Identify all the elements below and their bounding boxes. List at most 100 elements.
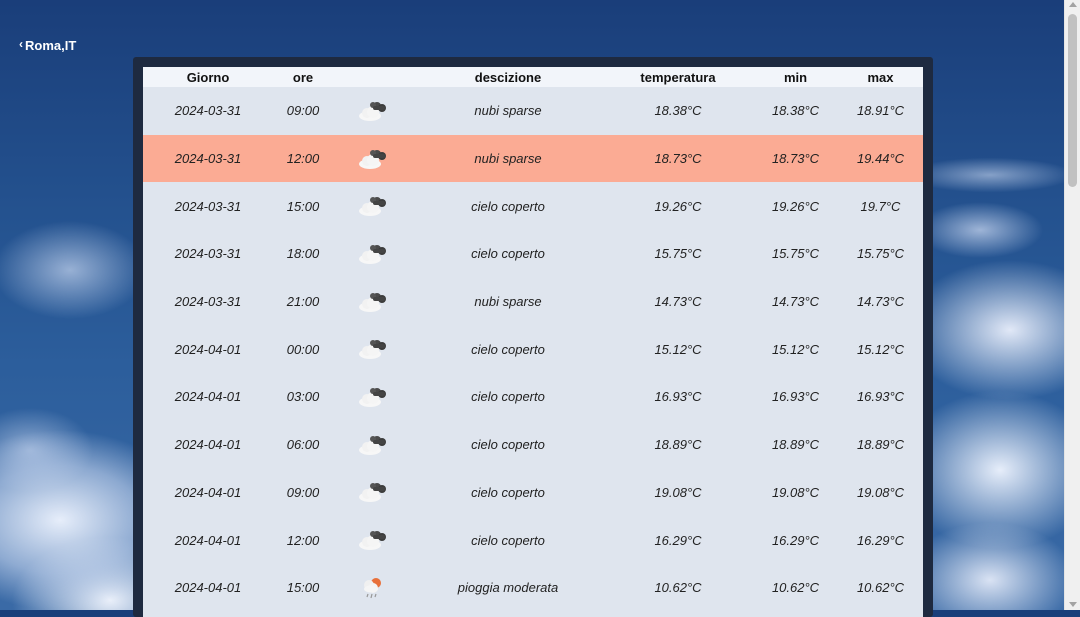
cell-day: 2024-03-31: [174, 246, 242, 262]
cell-day: 2024-03-31: [174, 294, 242, 310]
scroll-down-icon[interactable]: [1069, 602, 1077, 607]
header-desc: descizione: [474, 69, 542, 85]
cell-min: 18.38°C: [771, 103, 820, 119]
cell-description: nubi sparse: [474, 103, 542, 119]
header-day: Giorno: [186, 69, 230, 85]
cell-max: 14.73°C: [856, 294, 905, 310]
cell-day: 2024-04-01: [174, 389, 242, 405]
broken-clouds-icon: [333, 195, 413, 217]
cell-day: 2024-04-01: [174, 484, 242, 500]
table-row[interactable]: 2024-04-01 03:00 cielo coperto 16.93°C 16.93…: [143, 373, 923, 421]
cell-description: nubi sparse: [474, 294, 542, 310]
cell-hour: 12:00: [286, 151, 320, 167]
table-body: 2024-03-31 09:00 nubi sparse 18.38°C 18.38°C…: [143, 87, 923, 612]
cell-max: 19.08°C: [856, 484, 905, 500]
cell-hour: 09:00: [286, 484, 320, 500]
table-row[interactable]: 2024-03-31 12:00 nubi sparse 18.73°C 18.73°C…: [143, 134, 923, 183]
table-row[interactable]: 2024-04-01 06:00 cielo coperto 18.89°C 18.89…: [143, 420, 923, 469]
cell-description: cielo coperto: [471, 437, 545, 453]
broken-clouds-icon: [333, 243, 413, 265]
cell-min: 10.62°C: [771, 580, 820, 596]
cell-description: cielo coperto: [471, 389, 545, 405]
cell-hour: 00:00: [286, 341, 320, 357]
broken-clouds-icon: [333, 148, 413, 170]
cell-min: 14.73°C: [771, 294, 820, 310]
cell-day: 2024-03-31: [174, 103, 242, 119]
cell-temperature: 19.08°C: [654, 484, 702, 500]
cell-day: 2024-04-01: [174, 580, 242, 596]
cell-temperature: 14.73°C: [654, 294, 702, 310]
broken-clouds-icon: [333, 529, 413, 551]
cell-temperature: 16.29°C: [654, 532, 702, 548]
cell-day: 2024-03-31: [174, 198, 242, 214]
cell-min: 18.73°C: [771, 151, 820, 167]
table-row[interactable]: 2024-04-01 00:00 cielo coperto 15.12°C 15.12…: [143, 325, 923, 374]
broken-clouds-icon: [333, 434, 413, 456]
table-row[interactable]: 2024-04-01 09:00 cielo coperto 19.08°C 19.08…: [143, 468, 923, 517]
scroll-up-icon[interactable]: [1069, 2, 1077, 7]
forecast-panel: Giorno ore descizione temperatura min ma…: [133, 57, 933, 617]
cell-min: 15.75°C: [771, 246, 820, 262]
cell-max: 10.62°C: [856, 580, 905, 596]
cell-max: 18.89°C: [856, 437, 905, 453]
broken-clouds-icon: [333, 386, 413, 408]
cell-description: cielo coperto: [471, 198, 545, 214]
back-location-link[interactable]: ‹ Roma,IT: [19, 36, 77, 54]
cell-temperature: 18.38°C: [654, 103, 702, 119]
table-row[interactable]: 2024-03-31 18:00 cielo coperto 15.75°C 15.75…: [143, 230, 923, 278]
cell-temperature: 15.12°C: [654, 341, 702, 357]
cell-max: 15.75°C: [856, 246, 905, 262]
cell-hour: 21:00: [286, 294, 320, 310]
cell-hour: 15:00: [286, 198, 320, 214]
cell-temperature: 18.89°C: [654, 437, 702, 453]
table-row[interactable]: 2024-03-31 15:00 cielo coperto 19.26°C 19.26…: [143, 182, 923, 231]
header-min: min: [783, 69, 808, 85]
cell-day: 2024-04-01: [174, 341, 242, 357]
cell-min: 19.08°C: [771, 484, 820, 500]
cell-day: 2024-03-31: [174, 151, 242, 167]
header-temp: temperatura: [640, 69, 716, 85]
cell-min: 19.26°C: [771, 198, 820, 214]
cell-temperature: 15.75°C: [654, 246, 702, 262]
cell-max: 19.7°C: [860, 198, 901, 214]
cell-hour: 09:00: [286, 103, 320, 119]
cell-min: 15.12°C: [771, 341, 820, 357]
cell-temperature: 19.26°C: [654, 198, 702, 214]
forecast-table: Giorno ore descizione temperatura min ma…: [143, 67, 923, 617]
scroll-thumb[interactable]: [1068, 14, 1077, 187]
cell-hour: 15:00: [286, 580, 320, 596]
cell-description: cielo coperto: [471, 246, 545, 262]
cell-max: 16.93°C: [856, 389, 905, 405]
location-label: Roma,IT: [25, 38, 77, 53]
cell-day: 2024-04-01: [174, 437, 242, 453]
table-row[interactable]: 2024-04-01 12:00 cielo coperto 16.29°C 16.29…: [143, 516, 923, 564]
cell-description: cielo coperto: [471, 484, 545, 500]
broken-clouds-icon: [333, 291, 413, 313]
cell-description: nubi sparse: [474, 151, 542, 167]
table-row[interactable]: 2024-03-31 09:00 nubi sparse 18.38°C 18.38°C…: [143, 87, 923, 135]
cell-min: 16.29°C: [771, 532, 820, 548]
cell-day: 2024-04-01: [174, 532, 242, 548]
page-scrollbar[interactable]: [1064, 0, 1080, 610]
cell-max: 16.29°C: [856, 532, 905, 548]
cell-description: cielo coperto: [471, 532, 545, 548]
cell-min: 18.89°C: [771, 437, 820, 453]
broken-clouds-icon: [333, 100, 413, 122]
cell-description: pioggia moderata: [457, 580, 559, 596]
cell-description: cielo coperto: [471, 341, 545, 357]
table-row[interactable]: 2024-03-31 21:00 nubi sparse 14.73°C 14.73°C…: [143, 277, 923, 326]
cell-max: 18.91°C: [856, 103, 905, 119]
cell-temperature: 16.93°C: [654, 389, 702, 405]
cell-temperature: 18.73°C: [654, 151, 702, 167]
cell-max: 15.12°C: [856, 341, 905, 357]
cell-max: 19.44°C: [856, 151, 905, 167]
header-hour: ore: [292, 69, 314, 85]
chevron-left-icon: ‹: [19, 36, 23, 51]
cell-hour: 03:00: [286, 389, 320, 405]
broken-clouds-icon: [333, 338, 413, 360]
cell-hour: 12:00: [286, 532, 320, 548]
cell-hour: 18:00: [286, 246, 320, 262]
cell-temperature: 10.62°C: [654, 580, 702, 596]
table-row[interactable]: 2024-04-01 15:00 pioggia moderata 10.62°C 10…: [143, 563, 923, 612]
rain-icon: [333, 575, 413, 601]
